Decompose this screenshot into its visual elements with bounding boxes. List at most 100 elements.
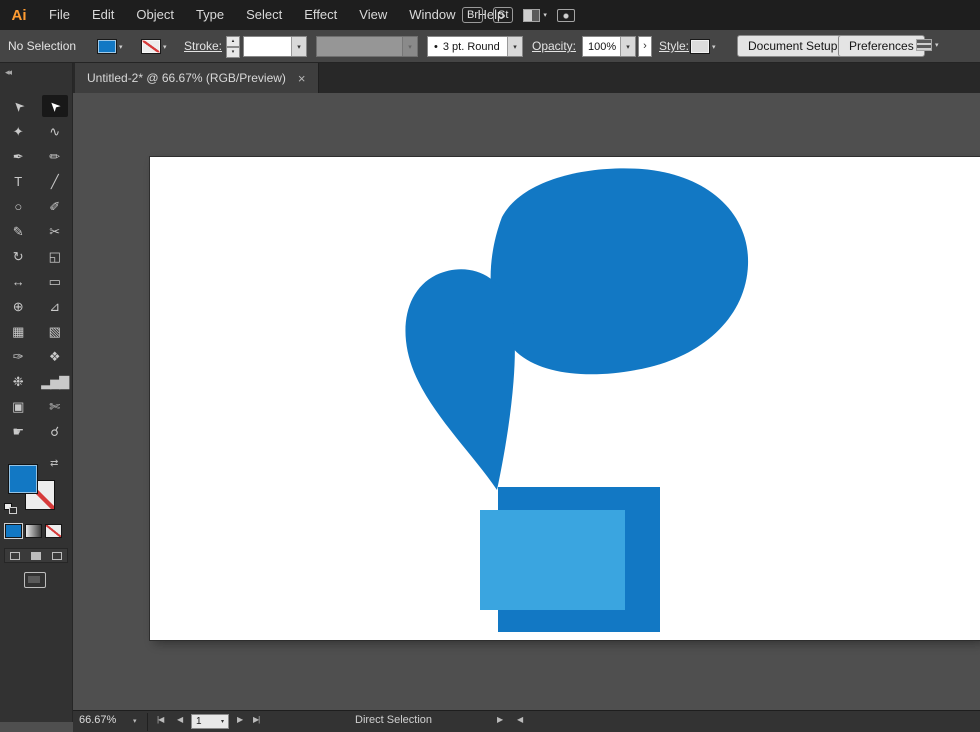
stroke-width-combo[interactable]: ▾ — [243, 36, 307, 57]
chevron-down-icon: ▾ — [507, 37, 522, 56]
menu-effect[interactable]: Effect — [293, 0, 348, 30]
tool-perspective-grid[interactable]: ⊿ — [42, 295, 68, 317]
status-back-icon[interactable]: ◀ — [517, 715, 523, 724]
color-type-buttons — [5, 524, 62, 538]
stroke-width-stepper[interactable]: ▴ ▾ — [226, 36, 240, 58]
width-profile-combo: ▾ — [316, 36, 418, 57]
tool-direct-selection[interactable]: ➤ — [41, 95, 68, 117]
free-transform-tool-icon: ▭ — [48, 273, 61, 289]
menu-object[interactable]: Object — [125, 0, 185, 30]
style-combo[interactable]: ▾ — [690, 38, 716, 55]
last-artboard-button[interactable]: ▶| — [253, 715, 260, 724]
artboard[interactable] — [150, 157, 980, 640]
draw-normal-icon[interactable] — [10, 551, 21, 560]
workspace-switcher[interactable]: ▾ — [916, 39, 939, 51]
draw-behind-icon[interactable] — [30, 551, 41, 560]
fill-color-indicator[interactable] — [8, 464, 38, 494]
menu-edit[interactable]: Edit — [81, 0, 125, 30]
leaf-shape[interactable] — [405, 269, 515, 490]
tool-hand[interactable]: ☛ — [5, 420, 31, 442]
brush-definition-combo[interactable]: • 3 pt. Round ▾ — [427, 36, 523, 57]
opacity-chevron-button[interactable]: › — [638, 36, 652, 57]
drawing-mode-buttons[interactable] — [4, 548, 68, 563]
opacity-combo[interactable]: 100% ▾ — [582, 36, 636, 57]
shape-builder-tool-icon: ⊕ — [12, 298, 24, 314]
document-setup-button[interactable]: Document Setup — [737, 35, 849, 57]
tool-column-graph[interactable]: ▂▅▇ — [41, 370, 69, 392]
tool-line-segment[interactable]: ╱ — [42, 170, 68, 192]
tool-type[interactable]: T — [5, 170, 31, 192]
tool-curvature[interactable]: ✏ — [42, 145, 68, 167]
zoom-level[interactable]: 66.67% — [79, 714, 116, 726]
preferences-button[interactable]: Preferences — [838, 35, 925, 57]
tool-selection[interactable]: ➤ — [5, 95, 31, 117]
illustrator-logo: Ai — [11, 6, 27, 24]
document-tab[interactable]: Untitled-2* @ 66.67% (RGB/Preview) × — [75, 63, 319, 93]
fill-color-combo[interactable]: ▾ — [97, 38, 123, 55]
color-button[interactable] — [5, 524, 22, 538]
style-swatch — [690, 39, 710, 54]
tool-rotate[interactable]: ↻ — [5, 245, 31, 267]
tool-blend[interactable]: ❖ — [42, 345, 68, 367]
gradient-button[interactable] — [25, 524, 42, 538]
tool-shape-builder[interactable]: ⊕ — [5, 295, 31, 317]
default-fill-stroke-icon[interactable] — [4, 503, 18, 515]
collapse-panel-icon[interactable]: ◂◂ — [5, 67, 12, 78]
tool-scale[interactable]: ◱ — [42, 245, 68, 267]
status-play-icon[interactable]: ▶ — [497, 715, 503, 724]
menu-view[interactable]: View — [348, 0, 398, 30]
arrange-documents-button[interactable]: ▾ — [523, 8, 547, 22]
tool-pen[interactable]: ✒ — [5, 145, 31, 167]
pen-tool-icon: ✒ — [12, 148, 24, 164]
chevron-down-icon: ▾ — [119, 43, 123, 51]
swap-fill-stroke-icon[interactable]: ⇄ — [50, 458, 58, 469]
tool-magic-wand[interactable]: ✦ — [5, 120, 31, 142]
overlay-rect-shape[interactable] — [480, 510, 625, 610]
tool-free-transform[interactable]: ▭ — [42, 270, 68, 292]
tool-paintbrush[interactable]: ✐ — [42, 195, 68, 217]
close-tab-icon[interactable]: × — [298, 71, 306, 86]
tool-pencil[interactable]: ✎ — [5, 220, 31, 242]
tool-slice[interactable]: ✄ — [42, 395, 68, 417]
tool-symbol-sprayer[interactable]: ❉ — [5, 370, 31, 392]
none-button[interactable] — [45, 524, 62, 538]
tool-lasso[interactable]: ∿ — [42, 120, 68, 142]
chevron-down-icon: ▾ — [620, 37, 635, 56]
tool-mesh[interactable]: ▦ — [5, 320, 31, 342]
menu-file[interactable]: File — [38, 0, 81, 30]
eyedropper-tool-icon: ✑ — [12, 348, 24, 364]
stroke-color-combo[interactable]: ▾ — [141, 38, 167, 55]
tool-eyedropper[interactable]: ✑ — [5, 345, 31, 367]
stock-button[interactable]: St — [493, 7, 514, 23]
zoom-tool-icon: ☌ — [50, 423, 60, 439]
fill-swatch — [97, 39, 117, 54]
first-artboard-button[interactable]: |◀ — [157, 715, 164, 724]
tool-gradient[interactable]: ▧ — [42, 320, 68, 342]
tool-ellipse[interactable]: ○ — [5, 195, 31, 217]
stepper-up-icon[interactable]: ▴ — [226, 36, 240, 47]
tool-artboard[interactable]: ▣ — [5, 395, 31, 417]
menu-type[interactable]: Type — [185, 0, 235, 30]
menu-window[interactable]: Window — [398, 0, 466, 30]
menu-select[interactable]: Select — [235, 0, 293, 30]
document-tab-strip: Untitled-2* @ 66.67% (RGB/Preview) × — [73, 63, 980, 93]
tool-width[interactable]: ↔ — [5, 270, 31, 292]
sync-settings-icon[interactable] — [556, 8, 575, 22]
stepper-down-icon[interactable]: ▾ — [226, 47, 240, 58]
stroke-panel-link[interactable]: Stroke: — [184, 30, 222, 62]
zoom-dropdown-icon[interactable]: ▾ — [133, 717, 137, 725]
bridge-button[interactable]: Br — [462, 7, 483, 23]
type-tool-icon: T — [14, 173, 23, 189]
screen-mode-button[interactable] — [24, 572, 46, 588]
chevron-down-icon: ▾ — [163, 43, 167, 51]
draw-inside-icon[interactable] — [51, 551, 62, 560]
pasteboard[interactable] — [73, 93, 980, 710]
blob-shape[interactable] — [490, 168, 749, 375]
tool-scissors[interactable]: ✂ — [42, 220, 68, 242]
opacity-panel-link[interactable]: Opacity: — [532, 30, 576, 62]
previous-artboard-button[interactable]: ◀ — [177, 715, 183, 724]
style-panel-link[interactable]: Style: — [659, 30, 689, 62]
tool-zoom[interactable]: ☌ — [42, 420, 68, 442]
arrange-documents-icon — [523, 8, 541, 22]
next-artboard-button[interactable]: ▶ — [237, 715, 243, 724]
